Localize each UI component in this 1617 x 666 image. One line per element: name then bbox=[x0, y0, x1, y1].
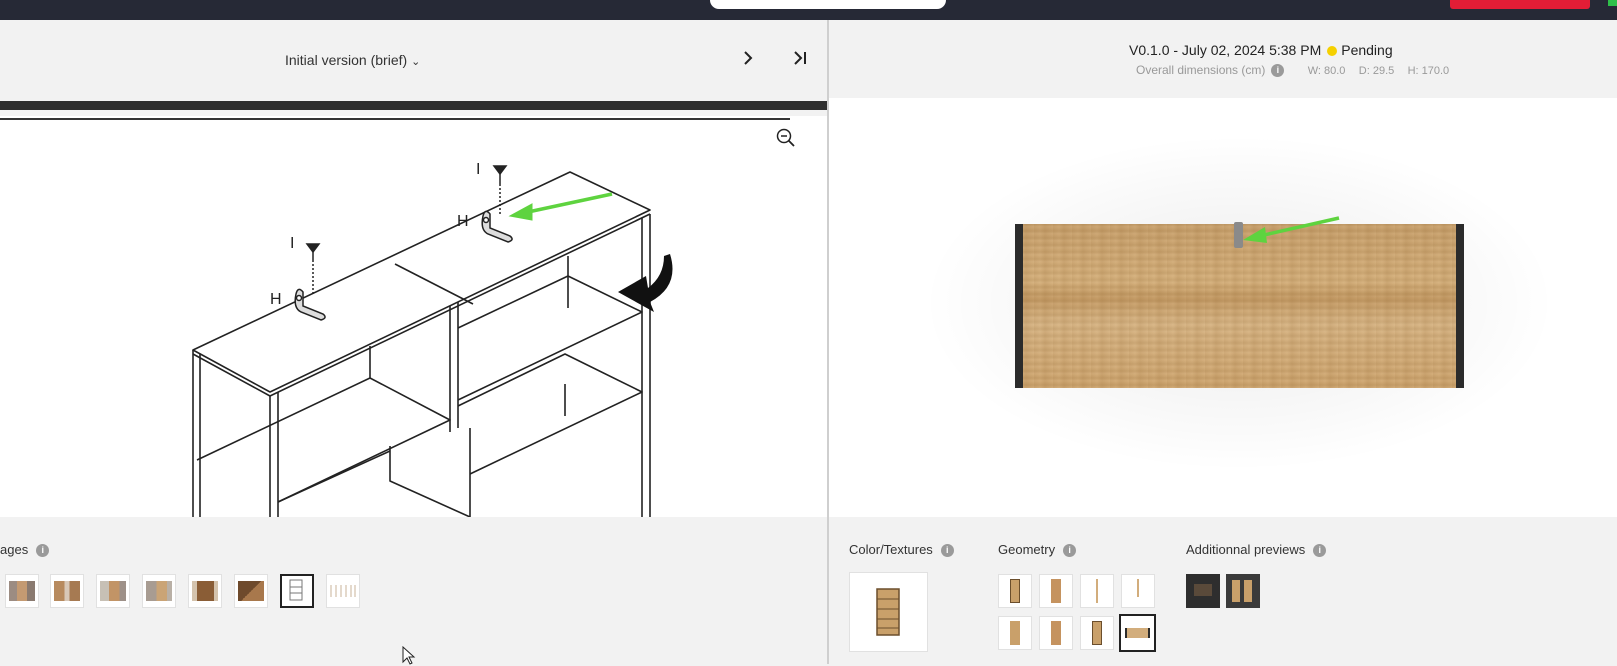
info-icon[interactable]: i bbox=[36, 544, 50, 558]
geometry-thumb-3[interactable] bbox=[1080, 574, 1114, 608]
additional-previews-label: Additionnal previews i bbox=[1186, 542, 1327, 558]
dim-height: H: 170.0 bbox=[1407, 65, 1450, 77]
top-action-button[interactable] bbox=[1450, 0, 1590, 9]
label-i-left: I bbox=[290, 235, 294, 252]
color-textures-label: Color/Textures i bbox=[849, 542, 954, 558]
version-dropdown-label: Initial version (brief) bbox=[285, 52, 408, 68]
dim-width: W: 80.0 bbox=[1307, 65, 1346, 77]
version-dropdown[interactable]: Initial version (brief) ⌄ bbox=[285, 52, 420, 68]
geometry-thumb-2[interactable] bbox=[1039, 574, 1073, 608]
next-button[interactable] bbox=[741, 50, 755, 71]
geometry-thumb-8-selected[interactable] bbox=[1119, 614, 1156, 652]
viewer-toolbar-bar bbox=[0, 101, 827, 110]
geometry-thumb-5[interactable] bbox=[998, 616, 1032, 650]
highlight-arrow bbox=[1243, 216, 1340, 243]
additional-preview-2[interactable] bbox=[1226, 574, 1260, 608]
label-i-right: I bbox=[476, 161, 480, 178]
top-search-pill[interactable] bbox=[710, 0, 946, 9]
top-navbar bbox=[0, 0, 1617, 20]
image-thumb-5[interactable] bbox=[188, 574, 222, 608]
image-thumb-1[interactable] bbox=[5, 574, 39, 608]
info-icon[interactable]: i bbox=[940, 544, 954, 558]
label-h-right: H bbox=[457, 213, 469, 230]
skip-to-end-icon bbox=[794, 51, 806, 65]
right-panel: V0.1.0 - July 02, 2024 5:38 PM Pending Ov… bbox=[829, 20, 1617, 664]
image-thumb-6[interactable] bbox=[234, 574, 268, 608]
left-panel: Initial version (brief) ⌄ I H I H ages i bbox=[0, 20, 827, 665]
geometry-thumb-7[interactable] bbox=[1080, 616, 1114, 650]
image-thumb-3[interactable] bbox=[96, 574, 130, 608]
top-status-indicator bbox=[1608, 0, 1617, 6]
panel-edge-right bbox=[1456, 224, 1464, 388]
chevron-right-icon bbox=[744, 51, 753, 65]
geometry-label: Geometry i bbox=[998, 542, 1077, 558]
geometry-thumb-6[interactable] bbox=[1039, 616, 1073, 650]
status-text: Pending bbox=[1341, 42, 1393, 58]
version-title: V0.1.0 - July 02, 2024 5:38 PM Pending bbox=[1129, 42, 1393, 58]
images-section-label: ages i bbox=[0, 542, 50, 558]
additional-preview-1[interactable] bbox=[1186, 574, 1220, 608]
geometry-thumb-4[interactable] bbox=[1121, 574, 1155, 608]
image-thumb-7-selected[interactable] bbox=[280, 574, 314, 608]
3d-preview[interactable] bbox=[829, 98, 1617, 517]
highlight-arrow bbox=[508, 192, 613, 221]
version-text: V0.1.0 - July 02, 2024 5:38 PM bbox=[1129, 42, 1322, 58]
info-icon[interactable]: i bbox=[1271, 64, 1285, 78]
label-h-left: H bbox=[270, 291, 282, 308]
rotate-arrow-icon bbox=[618, 254, 673, 312]
dim-depth: D: 29.5 bbox=[1358, 65, 1395, 77]
overall-dimensions: Overall dimensions (cm) i W: 80.0 D: 29.5… bbox=[1136, 63, 1450, 78]
image-thumb-4[interactable] bbox=[142, 574, 176, 608]
image-thumb-2[interactable] bbox=[50, 574, 84, 608]
color-texture-thumb[interactable] bbox=[849, 572, 928, 652]
chevron-down-icon: ⌄ bbox=[411, 56, 421, 68]
status-dot bbox=[1327, 46, 1338, 57]
mouse-cursor-icon bbox=[402, 646, 416, 665]
geometry-thumb-1[interactable] bbox=[998, 574, 1032, 608]
info-icon[interactable]: i bbox=[1063, 544, 1077, 558]
last-button[interactable] bbox=[792, 50, 808, 71]
image-thumb-8[interactable] bbox=[326, 574, 360, 608]
info-icon[interactable]: i bbox=[1313, 544, 1327, 558]
assembly-drawing: I H I H bbox=[192, 161, 673, 517]
panel-edge-left bbox=[1015, 224, 1023, 388]
dimensions-label: Overall dimensions (cm) bbox=[1136, 63, 1266, 77]
image-viewer[interactable]: I H I H bbox=[0, 116, 827, 517]
